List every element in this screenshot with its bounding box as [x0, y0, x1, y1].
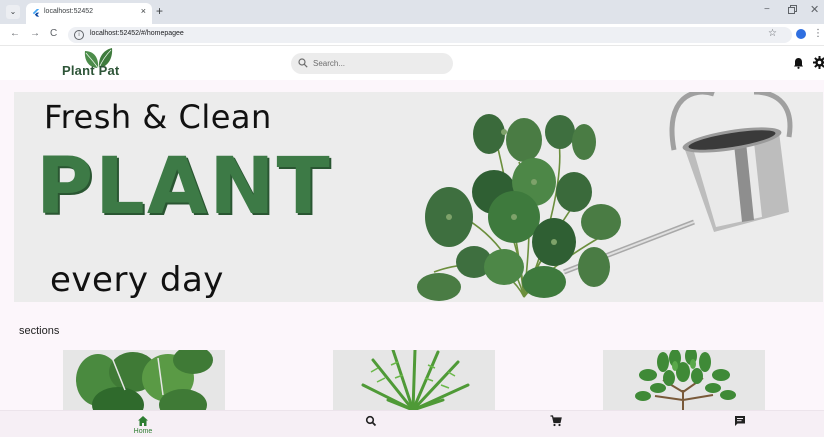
home-page: Fresh & Clean PLANT every day sections	[0, 80, 824, 410]
cart-icon	[550, 415, 562, 427]
address-bar[interactable]: i localhost:52452/#/homepagee	[68, 27, 792, 43]
forward-button[interactable]: →	[30, 28, 40, 39]
reload-button[interactable]: C	[50, 28, 57, 39]
browser-tab-strip: ⌄ localhost:52452 × + − ✕	[0, 0, 824, 24]
chat-icon	[735, 416, 745, 426]
search-icon	[298, 58, 308, 68]
nav-search[interactable]	[341, 411, 401, 437]
section-card-jade[interactable]	[603, 350, 765, 410]
bell-icon[interactable]	[793, 57, 804, 69]
window-restore-button[interactable]	[788, 5, 797, 14]
section-card-monstera[interactable]	[63, 350, 225, 410]
sections-heading: sections	[19, 325, 60, 337]
window-close-button[interactable]: ✕	[810, 3, 819, 16]
hero-heading-plant: PLANT	[36, 142, 332, 232]
flutter-favicon-icon	[32, 9, 40, 17]
address-bar-url[interactable]: localhost:52452/#/homepagee	[90, 30, 184, 37]
tab-close-button[interactable]: ×	[141, 6, 146, 16]
search-input[interactable]	[313, 56, 443, 71]
monstera-plant-image	[76, 350, 213, 410]
window-minimize-button[interactable]: −	[764, 4, 770, 15]
jade-plant-image	[635, 350, 736, 410]
browser-tab[interactable]: localhost:52452 ×	[26, 3, 152, 24]
fern-plant-image	[361, 350, 470, 410]
hero-heading-fresh-clean: Fresh & Clean	[44, 98, 272, 136]
plant-pat-logo[interactable]: Plant Pat	[62, 47, 132, 79]
tab-list-dropdown-button[interactable]: ⌄	[6, 5, 20, 19]
watering-can-and-plant-image	[417, 92, 793, 301]
profile-avatar[interactable]	[796, 29, 806, 39]
nav-home-label: Home	[133, 428, 153, 435]
new-tab-button[interactable]: +	[156, 4, 163, 18]
section-card-fern[interactable]	[333, 350, 495, 410]
search-icon	[365, 415, 377, 427]
nav-cart[interactable]	[526, 411, 586, 437]
gear-icon[interactable]	[813, 56, 824, 69]
nav-chat[interactable]	[710, 411, 770, 437]
browser-toolbar: ← → C i localhost:52452/#/homepagee ☆ ⋮	[0, 24, 824, 46]
bottom-navigation-bar: Home	[0, 410, 824, 437]
tab-title: localhost:52452	[44, 8, 94, 15]
search-bar[interactable]	[291, 53, 453, 74]
back-button[interactable]: ←	[10, 28, 20, 39]
home-icon	[138, 416, 148, 426]
logo-text: Plant Pat	[62, 63, 120, 78]
site-info-icon[interactable]: i	[74, 30, 84, 40]
app-header: Plant Pat	[0, 47, 824, 80]
nav-home[interactable]: Home	[113, 411, 173, 437]
hero-heading-every-day: every day	[50, 260, 224, 300]
hero-banner: Fresh & Clean PLANT every day	[14, 92, 823, 302]
browser-menu-button[interactable]: ⋮	[813, 28, 823, 39]
bookmark-star-icon[interactable]: ☆	[768, 28, 777, 39]
